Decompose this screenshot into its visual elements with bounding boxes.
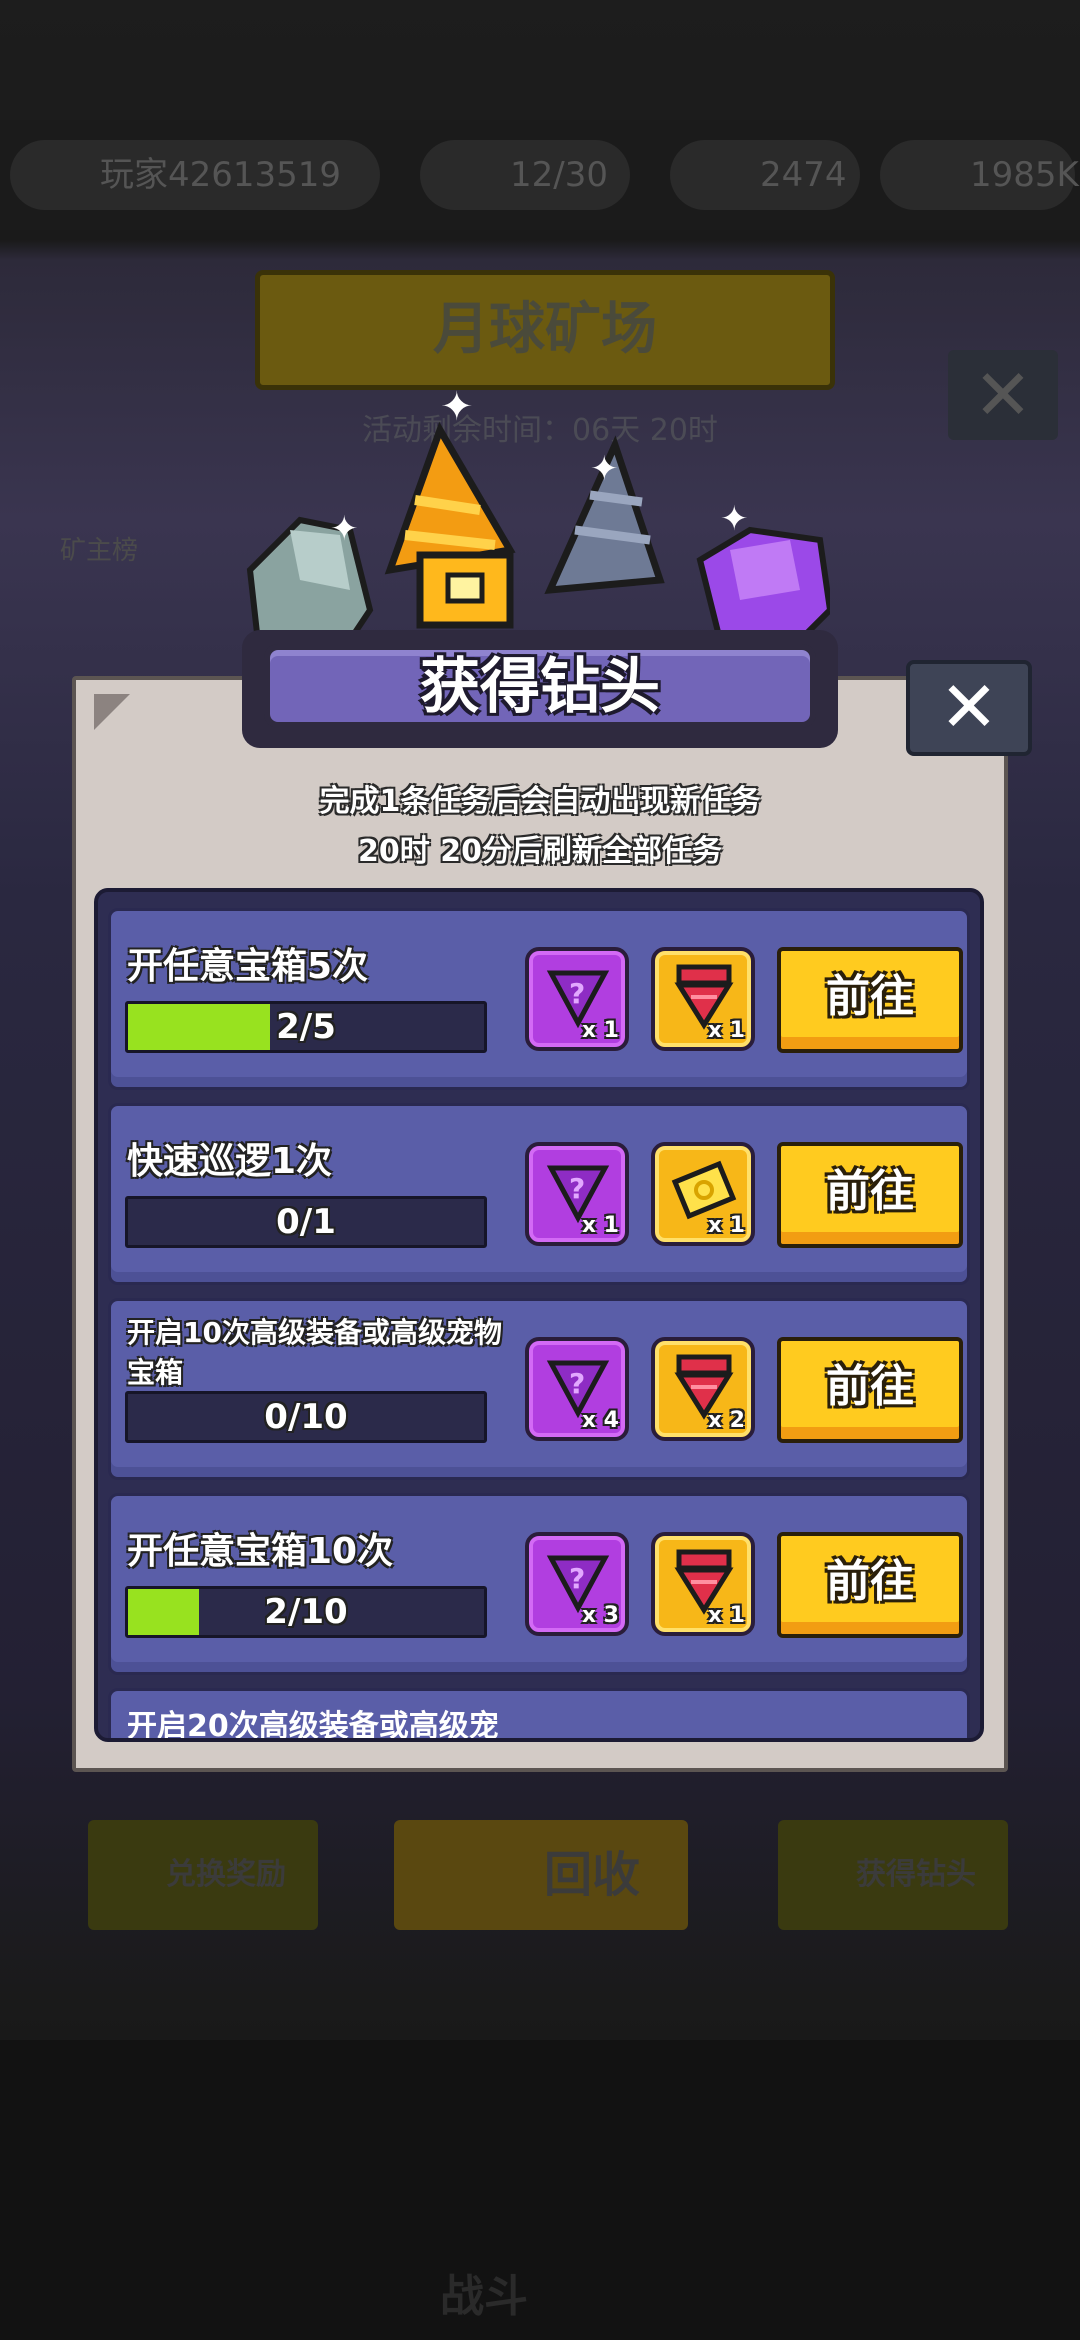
get-drill-button[interactable]: 获得钻头 [778,1820,1008,1930]
coin-counter[interactable]: 2474 [670,140,860,210]
reward-quantity: x 1 [707,1603,745,1628]
reward-quantity: x 1 [581,1213,619,1238]
svg-text:✦: ✦ [440,390,474,430]
player-name[interactable]: 玩家42613519 [10,140,380,210]
mystery-drill-reward[interactable]: ? x 1 [525,947,629,1051]
svg-text:✦: ✦ [590,449,619,489]
mystery-drill-reward[interactable]: ? x 4 [525,1337,629,1441]
reward-quantity: x 1 [581,1018,619,1043]
reward-quantity: x 4 [581,1408,619,1433]
svg-text:?: ? [569,1562,585,1595]
task-name: 开启10次高级装备或高级宠物宝箱 [127,1316,502,1389]
svg-text:?: ? [569,977,585,1010]
task-row: 快速巡逻1次 0/1 ? x 1 x 1 前往 [108,1103,970,1285]
leaderboard-button[interactable]: 矿主榜 [60,530,138,567]
reward-quantity: x 1 [707,1213,745,1238]
mine-title: 月球矿场 [255,270,835,390]
task-progress-bar: 0/10 [125,1391,487,1443]
progress-text: 0/1 [276,1202,336,1242]
go-button[interactable]: 前往 [777,947,963,1053]
subtitle-refresh-timer: 20时 20分后刷新全部任务 [358,834,722,869]
close-icon[interactable]: ✕ [906,660,1032,756]
red-drill-reward[interactable]: x 2 [651,1337,755,1441]
go-button[interactable]: 前往 [777,1142,963,1248]
go-button[interactable]: 前往 [777,1532,963,1638]
progress-text: 2/5 [276,1007,336,1047]
go-button[interactable]: 前往 [777,1337,963,1443]
stamina-counter[interactable]: 12/30 [420,140,630,210]
svg-text:?: ? [569,1172,585,1205]
dialog-corner-decoration [94,694,130,730]
progress-text: 2/10 [264,1592,348,1632]
background-close-icon[interactable]: ✕ [948,350,1058,440]
svg-text:✦: ✦ [330,509,359,549]
red-drill-reward[interactable]: x 1 [651,947,755,1051]
task-row: 开任意宝箱10次 2/10 ? x 3 x 1 前往 [108,1493,970,1675]
top-status-bar: 玩家42613519 12/30 2474 1985K [0,120,1080,230]
task-progress-bar: 0/1 [125,1196,487,1248]
mystery-drill-reward[interactable]: ? x 1 [525,1142,629,1246]
drill-hero-illustration: ✦ ✦ ✦ ✦ [246,390,830,670]
subtitle-auto-task: 完成1条任务后会自动出现新任务 [319,784,761,819]
task-row: 开启10次高级装备或高级宠物宝箱 0/10 ? x 4 x 2 前往 [108,1298,970,1480]
task-name: 开启20次高级装备或高级宠 [127,1709,499,1742]
task-progress-bar: 2/10 [125,1586,487,1638]
task-row: 开任意宝箱5次 2/5 ? x 1 x 1 前往 [108,908,970,1090]
task-list[interactable]: 开任意宝箱5次 2/5 ? x 1 x 1 前往 快速巡逻1次 0/1 ? x … [94,888,984,1742]
task-progress-bar: 2/5 [125,1001,487,1053]
fight-tab[interactable]: 战斗 [440,2260,528,2324]
mystery-drill-reward[interactable]: ? x 3 [525,1532,629,1636]
svg-text:?: ? [569,1367,585,1400]
task-name: 开任意宝箱5次 [127,946,369,987]
reward-quantity: x 1 [707,1018,745,1043]
svg-text:✦: ✦ [720,499,749,539]
progress-text: 0/10 [264,1397,348,1437]
bottom-nav [0,2040,1080,2340]
task-name: 快速巡逻1次 [127,1141,333,1182]
ticket-reward[interactable]: x 1 [651,1142,755,1246]
reward-quantity: x 3 [581,1603,619,1628]
task-row-partial: 开启20次高级装备或高级宠 [108,1688,970,1742]
gold-counter[interactable]: 1985K [880,140,1079,210]
task-name: 开任意宝箱10次 [127,1531,394,1572]
reward-quantity: x 2 [707,1408,745,1433]
exchange-reward-button[interactable]: 兑换奖励 [88,1820,318,1930]
red-drill-reward[interactable]: x 1 [651,1532,755,1636]
dialog-title: 获得钻头 [420,652,660,722]
recycle-button[interactable]: 回收 [394,1820,688,1930]
dialog-title-banner: 获得钻头 [242,630,838,748]
